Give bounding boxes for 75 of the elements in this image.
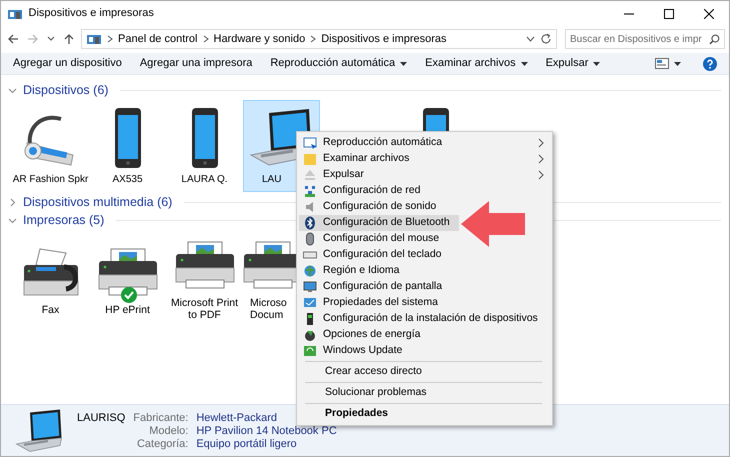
section-header: Dispositivos multimedia (6) bbox=[23, 194, 172, 211]
menu-item[interactable]: Configuración de pantalla bbox=[299, 279, 550, 295]
menu-item[interactable]: Propiedades del sistema bbox=[299, 295, 550, 311]
forward-icon bbox=[27, 33, 39, 45]
breadcrumb-link[interactable]: Hardware y sonido bbox=[214, 30, 306, 48]
refresh-icon[interactable] bbox=[540, 33, 552, 45]
window-title: Dispositivos e impresoras bbox=[28, 6, 154, 22]
back-icon bbox=[7, 33, 19, 45]
field-label: Modelo: bbox=[148, 424, 188, 436]
printer-item[interactable]: Fax bbox=[12, 230, 89, 322]
dropdown-button[interactable]: Expulsar bbox=[540, 52, 606, 74]
phone-icon bbox=[190, 107, 220, 169]
device-name: LAURISQ bbox=[77, 412, 126, 424]
chevron-down-icon[interactable] bbox=[526, 36, 535, 42]
caret-icon bbox=[674, 62, 681, 66]
chevron-right-icon bbox=[310, 35, 316, 43]
maximize-icon bbox=[664, 8, 674, 18]
network-icon bbox=[303, 184, 317, 198]
bluetooth-icon bbox=[303, 216, 317, 230]
section-header: Dispositivos (6) bbox=[23, 82, 108, 99]
field-value: HP Pavilion 14 Notebook PC bbox=[196, 424, 337, 436]
breadcrumb-link[interactable]: Panel de control bbox=[118, 30, 198, 48]
device-item[interactable]: AR Fashion Spkr bbox=[12, 100, 89, 192]
field-value: Equipo portátil ligero bbox=[196, 438, 298, 450]
toolbar-button[interactable]: Agregar una impresora bbox=[134, 52, 258, 74]
dropdown-button[interactable]: Reproducción automática bbox=[264, 52, 414, 74]
menu-item[interactable]: Opciones de energía bbox=[299, 327, 550, 343]
menu-item[interactable]: Configuración de la instalación de dispositivos bbox=[299, 311, 550, 327]
caret-icon bbox=[520, 62, 528, 66]
device-item[interactable]: LAURA Q. bbox=[166, 100, 243, 192]
menu-item[interactable]: Windows Update bbox=[299, 343, 550, 359]
folder-icon bbox=[303, 152, 317, 166]
dropdown-button[interactable]: Examinar archivos bbox=[419, 52, 534, 74]
menu-item[interactable]: Configuración del teclado bbox=[299, 247, 550, 263]
field-label: Fabricante: bbox=[133, 412, 188, 424]
system-icon bbox=[303, 296, 317, 310]
eject-icon bbox=[303, 168, 317, 182]
phone-icon bbox=[112, 107, 142, 169]
mouse-icon bbox=[303, 232, 317, 246]
view-icon bbox=[655, 58, 669, 69]
menu-item[interactable]: Solucionar problemas bbox=[299, 385, 550, 401]
chevron-down-icon bbox=[8, 216, 17, 224]
menu-item[interactable]: Configuración de sonido bbox=[299, 199, 550, 215]
chevron-right-icon bbox=[107, 35, 113, 43]
autoplay-icon bbox=[303, 136, 317, 150]
field-label: Categoría: bbox=[136, 438, 188, 450]
globe-icon bbox=[303, 264, 317, 278]
printer-item[interactable]: HP ePrint bbox=[89, 230, 166, 322]
menu-item[interactable]: Configuración de Bluetooth bbox=[299, 215, 459, 231]
menu-item[interactable]: Propiedades bbox=[299, 406, 550, 422]
breadcrumb-link[interactable]: Dispositivos e impresoras bbox=[321, 30, 447, 48]
search-icon bbox=[709, 34, 720, 44]
collapse-button[interactable] bbox=[6, 216, 19, 224]
device-item[interactable]: AX535 bbox=[89, 100, 166, 192]
caret-icon bbox=[593, 62, 600, 66]
laptop-icon bbox=[15, 408, 65, 454]
devices-icon bbox=[86, 32, 102, 46]
pointer-arrow bbox=[459, 199, 527, 249]
search-field[interactable]: Buscar en Dispositivos e impr bbox=[565, 29, 725, 49]
help-icon bbox=[703, 56, 717, 70]
chevron-down-icon bbox=[8, 86, 17, 94]
collapse-button[interactable] bbox=[6, 86, 19, 94]
monitor-icon bbox=[303, 280, 317, 294]
chevron-right-icon bbox=[8, 198, 17, 206]
up-icon bbox=[63, 33, 75, 45]
update-icon bbox=[303, 344, 317, 358]
toolbar-button[interactable]: Agregar un dispositivo bbox=[7, 52, 128, 74]
section-header: Impresoras (5) bbox=[23, 212, 104, 229]
caret-icon bbox=[400, 62, 408, 66]
chevron-right-icon bbox=[202, 35, 208, 43]
close-icon bbox=[704, 8, 714, 18]
menu-item[interactable]: Crear acceso directo bbox=[299, 364, 550, 380]
printer-item[interactable]: Microsoft Print to PDF bbox=[166, 230, 243, 322]
menu-item[interactable]: Región e Idioma bbox=[299, 263, 550, 279]
address-field[interactable]: Panel de control Hardware y sonido Dispositivos e impresoras bbox=[81, 29, 557, 49]
